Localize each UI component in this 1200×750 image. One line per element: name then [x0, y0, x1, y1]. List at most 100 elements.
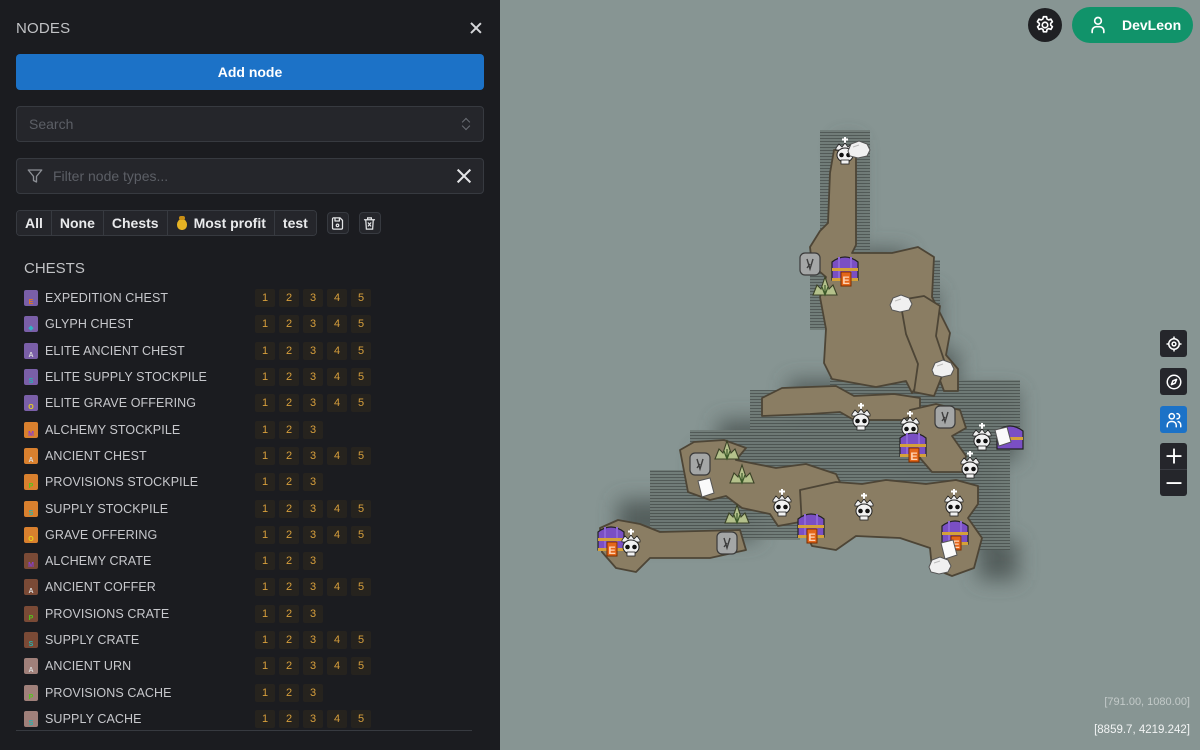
- tier-toggle-4[interactable]: 4: [327, 631, 347, 649]
- map-marker-expedition-chest[interactable]: E: [795, 511, 827, 550]
- tier-toggle-5[interactable]: 5: [351, 631, 371, 649]
- tier-toggle-1[interactable]: 1: [255, 631, 275, 649]
- tier-toggle-4[interactable]: 4: [327, 289, 347, 308]
- zoom-in-button[interactable]: [1160, 443, 1187, 469]
- tier-toggle-2[interactable]: 2: [279, 499, 299, 518]
- tier-toggle-1[interactable]: 1: [255, 289, 275, 308]
- tier-toggle-4[interactable]: 4: [327, 657, 347, 676]
- tier-toggle-4[interactable]: 4: [327, 315, 347, 334]
- tier-toggle-4[interactable]: 4: [327, 368, 347, 387]
- map-marker-boss-skull[interactable]: [851, 492, 877, 527]
- map-marker-herb[interactable]: [723, 503, 751, 532]
- node-type-label[interactable]: GRAVE OFFERING: [45, 528, 255, 542]
- clear-filter-button[interactable]: [455, 167, 473, 185]
- node-type-label[interactable]: SUPPLY CRATE: [45, 633, 255, 647]
- tier-toggle-1[interactable]: 1: [255, 657, 275, 676]
- tier-toggle-5[interactable]: 5: [351, 394, 371, 413]
- tier-toggle-1[interactable]: 1: [255, 394, 275, 413]
- tier-toggle-2[interactable]: 2: [279, 683, 299, 702]
- tier-toggle-2[interactable]: 2: [279, 709, 299, 728]
- node-type-row[interactable]: P PROVISIONS CACHE 1 2 3: [24, 679, 484, 705]
- node-type-label[interactable]: GLYPH CHEST: [45, 317, 255, 331]
- node-type-row[interactable]: P PROVISIONS CRATE 1 2 3: [24, 601, 484, 627]
- tier-toggle-2[interactable]: 2: [279, 525, 299, 544]
- node-type-label[interactable]: ANCIENT COFFER: [45, 580, 255, 594]
- node-type-label[interactable]: EXPEDITION CHEST: [45, 291, 255, 305]
- map-canvas[interactable]: EEEEE [791.00, 1080.00] [8859.7, 4219.24…: [500, 0, 1200, 750]
- filter-input[interactable]: [53, 168, 455, 184]
- tier-toggle-3[interactable]: 3: [303, 604, 323, 623]
- tier-toggle-2[interactable]: 2: [279, 578, 299, 597]
- tier-toggle-2[interactable]: 2: [279, 446, 299, 465]
- tier-toggle-3[interactable]: 3: [303, 499, 323, 518]
- add-node-button[interactable]: Add node: [16, 54, 484, 90]
- tier-toggle-3[interactable]: 3: [303, 683, 323, 702]
- node-type-row[interactable]: M ALCHEMY CRATE 1 2 3: [24, 548, 484, 574]
- tier-toggle-3[interactable]: 3: [303, 709, 323, 728]
- tier-toggle-4[interactable]: 4: [327, 446, 347, 465]
- tier-toggle-2[interactable]: 2: [279, 552, 299, 571]
- tier-toggle-1[interactable]: 1: [255, 473, 275, 492]
- delete-preset-button[interactable]: [358, 212, 381, 234]
- tier-toggle-5[interactable]: 5: [351, 525, 371, 544]
- tier-toggle-1[interactable]: 1: [255, 315, 275, 334]
- node-type-row[interactable]: A ANCIENT URN 1 2 3 4 5: [24, 653, 484, 679]
- map-marker-herb[interactable]: [728, 463, 756, 492]
- tier-toggle-4[interactable]: 4: [327, 341, 347, 360]
- tier-toggle-1[interactable]: 1: [255, 341, 275, 360]
- tier-toggle-1[interactable]: 1: [255, 525, 275, 544]
- node-type-row[interactable]: A ANCIENT COFFER 1 2 3 4 5: [24, 574, 484, 600]
- locate-button[interactable]: [1160, 330, 1187, 357]
- map-marker-ore[interactable]: [926, 555, 952, 580]
- node-type-row[interactable]: A ELITE ANCIENT CHEST 1 2 3 4 5: [24, 338, 484, 364]
- tier-toggle-4[interactable]: 4: [327, 499, 347, 518]
- tier-toggle-5[interactable]: 5: [351, 368, 371, 387]
- tier-toggle-1[interactable]: 1: [255, 499, 275, 518]
- zoom-out-button[interactable]: [1160, 470, 1187, 496]
- node-type-label[interactable]: ELITE GRAVE OFFERING: [45, 396, 255, 410]
- tier-toggle-3[interactable]: 3: [303, 552, 323, 571]
- map-marker-note[interactable]: [696, 477, 716, 504]
- tier-toggle-3[interactable]: 3: [303, 657, 323, 676]
- map-marker-boss-skull[interactable]: [618, 528, 644, 563]
- map-marker-ore[interactable]: [845, 139, 871, 164]
- node-type-row[interactable]: E EXPEDITION CHEST 1 2 3 4 5: [24, 285, 484, 311]
- tier-toggle-5[interactable]: 5: [351, 341, 371, 360]
- tier-toggle-3[interactable]: 3: [303, 368, 323, 387]
- node-type-label[interactable]: SUPPLY CACHE: [45, 712, 255, 726]
- tier-toggle-1[interactable]: 1: [255, 552, 275, 571]
- map-marker-ore[interactable]: [929, 358, 955, 383]
- tier-toggle-2[interactable]: 2: [279, 315, 299, 334]
- tier-toggle-3[interactable]: 3: [303, 473, 323, 492]
- node-type-label[interactable]: PROVISIONS CRATE: [45, 607, 255, 621]
- user-account-button[interactable]: DevLeon: [1072, 7, 1193, 43]
- search-select[interactable]: [16, 106, 484, 142]
- tier-toggle-2[interactable]: 2: [279, 604, 299, 623]
- tier-toggle-1[interactable]: 1: [255, 368, 275, 387]
- close-sidebar-button[interactable]: [468, 20, 484, 36]
- node-type-row[interactable]: O GRAVE OFFERING 1 2 3 4 5: [24, 522, 484, 548]
- tier-toggle-5[interactable]: 5: [351, 289, 371, 308]
- tier-toggle-3[interactable]: 3: [303, 446, 323, 465]
- preset-none-button[interactable]: None: [51, 211, 104, 235]
- tier-toggle-2[interactable]: 2: [279, 368, 299, 387]
- map-marker-herb[interactable]: [811, 275, 839, 304]
- node-type-row[interactable]: ◆ GLYPH CHEST 1 2 3 4 5: [24, 311, 484, 337]
- map-marker-rune-stone[interactable]: [934, 405, 956, 434]
- preset-all-button[interactable]: All: [17, 211, 52, 235]
- tier-toggle-3[interactable]: 3: [303, 525, 323, 544]
- tier-toggle-2[interactable]: 2: [279, 341, 299, 360]
- map-marker-ore[interactable]: [887, 293, 913, 318]
- tier-toggle-2[interactable]: 2: [279, 394, 299, 413]
- node-type-label[interactable]: ELITE ANCIENT CHEST: [45, 344, 255, 358]
- tier-toggle-3[interactable]: 3: [303, 315, 323, 334]
- tier-toggle-5[interactable]: 5: [351, 578, 371, 597]
- map-marker-boss-skull[interactable]: [769, 488, 795, 523]
- node-type-row[interactable]: P PROVISIONS STOCKPILE 1 2 3: [24, 469, 484, 495]
- node-type-row[interactable]: O ELITE GRAVE OFFERING 1 2 3 4 5: [24, 390, 484, 416]
- tier-toggle-1[interactable]: 1: [255, 446, 275, 465]
- map-marker-boss-skull[interactable]: [848, 402, 874, 437]
- preset-test-button[interactable]: test: [274, 211, 316, 235]
- node-type-label[interactable]: ALCHEMY STOCKPILE: [45, 423, 255, 437]
- settings-button[interactable]: [1028, 8, 1062, 42]
